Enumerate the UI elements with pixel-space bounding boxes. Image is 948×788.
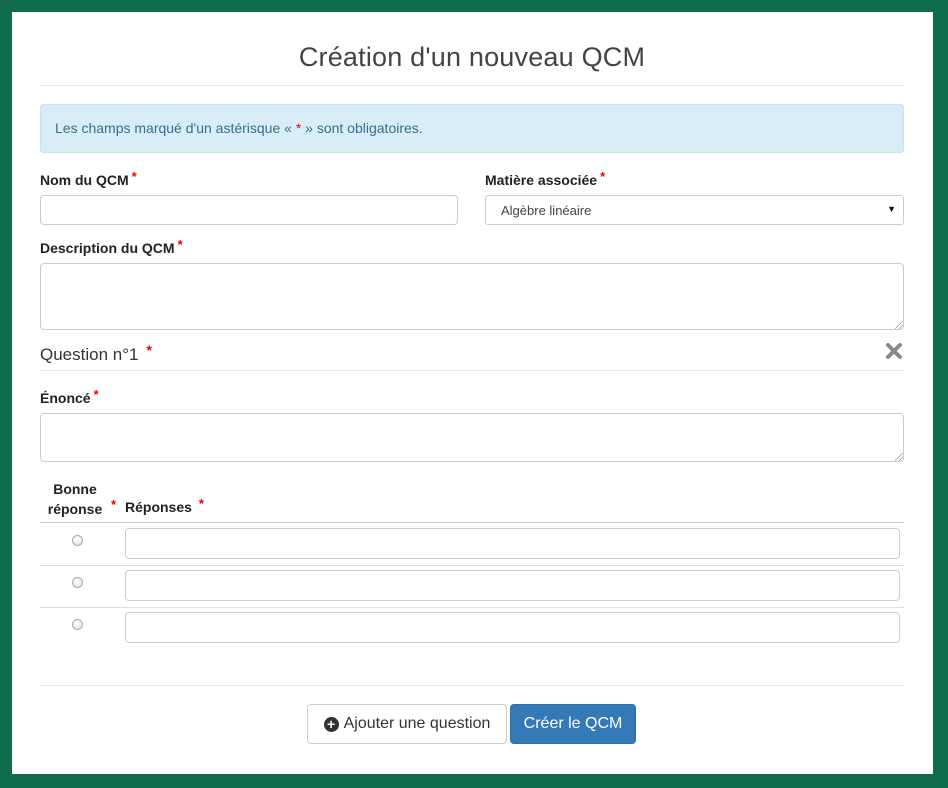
subject-label-text: Matière associée — [485, 172, 598, 188]
footer-divider — [40, 685, 904, 686]
table-row-divider — [40, 607, 904, 608]
description-label: Description du QCM * — [40, 237, 183, 256]
required-mark: * — [146, 342, 152, 358]
question-title-text: Question n°1 — [40, 345, 139, 364]
table-header-divider — [40, 522, 904, 523]
description-label-text: Description du QCM — [40, 240, 175, 256]
answer-input[interactable] — [125, 612, 900, 643]
close-icon[interactable] — [885, 342, 903, 360]
subject-selected-value: Algèbre linéaire — [501, 203, 592, 218]
column-header-correct-text: Bonne réponse — [47, 481, 103, 517]
statement-label: Énoncé * — [40, 387, 99, 406]
correct-answer-radio[interactable] — [72, 619, 83, 630]
add-question-label: Ajouter une question — [343, 715, 491, 732]
description-resize-handle[interactable] — [895, 321, 903, 329]
subject-label: Matière associée * — [485, 169, 606, 188]
plus-circle-icon: + — [323, 717, 339, 732]
answer-input[interactable] — [125, 570, 900, 601]
correct-answer-radio[interactable] — [72, 535, 83, 546]
required-mark: * — [111, 497, 117, 512]
column-header-answers: Réponses * — [125, 496, 204, 515]
title-divider — [40, 85, 904, 86]
create-qcm-button[interactable]: Créer le QCM — [510, 704, 636, 744]
required-fields-alert: Les champs marqué d'un astérisque « * » … — [40, 104, 904, 153]
required-mark: * — [177, 237, 183, 252]
correct-answer-radio[interactable] — [72, 577, 83, 588]
answer-input[interactable] — [125, 528, 900, 559]
subject-select[interactable]: Algèbre linéaire ▼ — [485, 195, 904, 225]
statement-resize-handle[interactable] — [895, 453, 903, 461]
statement-textarea[interactable] — [40, 413, 904, 462]
caret-down-icon: ▼ — [887, 204, 896, 214]
question-title: Question n°1 * — [40, 342, 152, 365]
description-textarea[interactable] — [40, 263, 904, 330]
required-mark: * — [198, 496, 204, 511]
column-header-answers-text: Réponses — [125, 499, 192, 515]
name-label: Nom du QCM * — [40, 169, 137, 188]
required-mark: * — [93, 387, 99, 402]
alert-text-prefix: Les champs marqué d'un astérisque « — [55, 120, 296, 136]
required-mark: * — [131, 169, 137, 184]
page-title: Création d'un nouveau QCM — [298, 42, 646, 72]
alert-text-suffix: » sont obligatoires. — [301, 120, 423, 136]
add-question-button[interactable]: + Ajouter une question — [307, 704, 507, 744]
column-header-correct: Bonne réponse * — [40, 479, 116, 519]
name-label-text: Nom du QCM — [40, 172, 129, 188]
statement-label-text: Énoncé — [40, 390, 91, 406]
table-row-divider — [40, 565, 904, 566]
required-mark: * — [600, 169, 606, 184]
form-panel: Création d'un nouveau QCM Les champs mar… — [12, 12, 933, 774]
name-input[interactable] — [40, 195, 458, 225]
question-divider — [40, 370, 904, 371]
